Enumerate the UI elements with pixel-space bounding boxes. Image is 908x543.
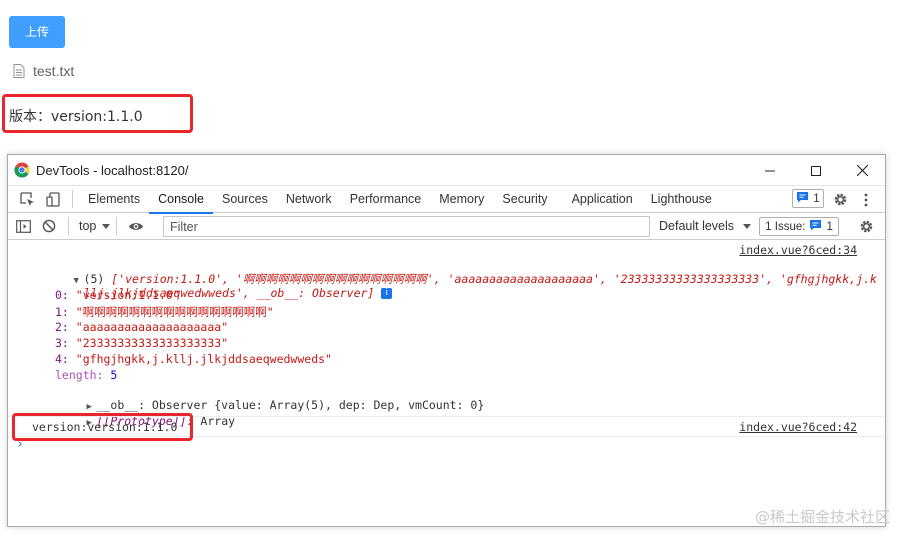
console-output: index.vue?6ced:34 ▼ (5) ['version:1.1.0',…: [8, 240, 885, 526]
log-levels-dropdown[interactable]: Default levels: [659, 213, 751, 240]
array-item-4: 4: "gfhgjhgkk,j.kllj.jlkjddsaeqwedwweds": [55, 352, 332, 366]
watermark: @稀土掘金技术社区: [754, 508, 890, 526]
settings-gear-icon[interactable]: [827, 186, 853, 213]
file-name: test.txt: [33, 63, 75, 79]
devtools-tab-bar: Elements Console Sources Network Perform…: [8, 186, 885, 214]
issue-message-icon: [809, 219, 822, 234]
messages-badge[interactable]: 1: [792, 189, 824, 208]
sidebar-toggle-icon[interactable]: [10, 213, 36, 240]
device-toolbar-icon[interactable]: [40, 186, 66, 213]
chrome-logo-icon: [14, 162, 30, 178]
issues-label: 1 Issue:: [765, 220, 806, 233]
info-icon[interactable]: i: [381, 288, 393, 299]
log-levels-label: Default levels: [659, 219, 735, 233]
message-count: 1: [813, 192, 820, 205]
tab-security[interactable]: Security: [493, 186, 556, 213]
tab-performance[interactable]: Performance: [341, 186, 431, 213]
more-options-icon[interactable]: [853, 186, 879, 213]
console-filter-bar: top Default levels 1 Issue: 1: [8, 213, 885, 240]
context-value: top: [79, 219, 97, 233]
source-link-entry2[interactable]: index.vue?6ced:42: [739, 420, 857, 434]
tab-sources[interactable]: Sources: [213, 186, 277, 213]
clear-console-icon[interactable]: [36, 213, 62, 240]
array-item-2: 2: "aaaaaaaaaaaaaaaaaaaa": [55, 320, 229, 334]
toolbar-divider: [72, 190, 73, 208]
highlight-box-version: [2, 94, 193, 133]
message-icon: [796, 191, 809, 206]
tab-memory[interactable]: Memory: [430, 186, 493, 213]
uploaded-file-item[interactable]: test.txt: [13, 61, 74, 81]
context-selector[interactable]: top: [79, 219, 111, 233]
source-link-entry1[interactable]: index.vue?6ced:34: [739, 243, 857, 257]
upload-button[interactable]: 上传: [9, 16, 65, 48]
devtools-titlebar: DevTools - localhost:8120/: [8, 155, 885, 186]
issues-badge[interactable]: 1 Issue: 1: [759, 217, 839, 236]
array-item-1: 1: "啊啊啊啊啊啊啊啊啊啊啊啊啊啊啊啊": [55, 305, 274, 319]
filter-input[interactable]: [163, 216, 650, 237]
document-icon: [13, 64, 25, 78]
dropdown-arrow-icon: [102, 219, 111, 233]
array-item-0: 0: "version:1.1.0": [55, 288, 180, 302]
tab-elements[interactable]: Elements: [79, 186, 149, 213]
devtools-window: DevTools - localhost:8120/ Elements Cons…: [7, 154, 886, 527]
minimize-button[interactable]: [747, 155, 793, 186]
console-settings-gear-icon[interactable]: [853, 213, 879, 240]
tab-network[interactable]: Network: [277, 186, 341, 213]
inspect-element-icon[interactable]: [14, 186, 40, 213]
tab-console[interactable]: Console: [149, 186, 213, 214]
filter-divider-2: [116, 217, 118, 235]
filter-divider: [68, 217, 69, 235]
array-item-3: 3: "23333333333333333333": [55, 336, 229, 350]
window-title: DevTools - localhost:8120/: [36, 162, 189, 178]
highlight-box-console: [12, 413, 193, 441]
issues-count: 1: [826, 220, 833, 233]
close-button[interactable]: [839, 155, 885, 186]
maximize-button[interactable]: [793, 155, 839, 186]
tab-lighthouse[interactable]: Lighthouse: [642, 186, 721, 213]
dropdown-arrow-icon: [742, 219, 751, 233]
array-length: length: 5: [55, 368, 118, 382]
live-expression-eye-icon[interactable]: [123, 213, 149, 240]
tab-application[interactable]: Application: [563, 186, 642, 213]
